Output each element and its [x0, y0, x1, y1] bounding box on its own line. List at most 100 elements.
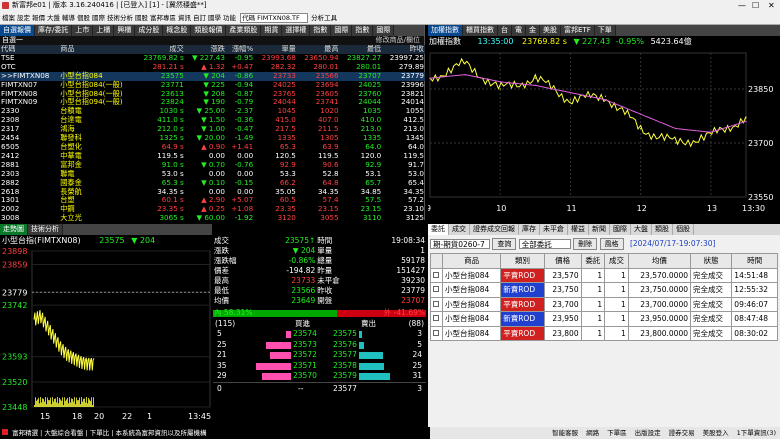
tab-qtabs-14[interactable]: 國際 [373, 25, 395, 36]
book-row[interactable]: 35 23571 23578 25 [213, 361, 426, 372]
status-item[interactable]: 網路 [586, 429, 599, 437]
tab-qtabs-10[interactable]: 選擇權 [282, 25, 311, 36]
book-row[interactable]: 29 23570 23579 31 [213, 371, 426, 382]
tab-qtabs-4[interactable]: 興櫃 [114, 25, 136, 36]
tab-qtabs-13[interactable]: 指數 [352, 25, 374, 36]
tab-otabs-9[interactable]: 類股 [652, 224, 673, 235]
menu-item[interactable]: 國際 [91, 14, 106, 22]
tab-qtabs-3[interactable]: 上櫃 [93, 25, 115, 36]
tab-otabs-0[interactable]: 委託 [428, 224, 449, 235]
book-row[interactable]: 5 23574 23575 3 [213, 329, 426, 340]
maximize-button[interactable]: ☐ [752, 0, 759, 11]
order-row[interactable]: 小型台指084 新賣ROD 23,750 1 1 23,750.0000 完全成交 12:55… [430, 282, 778, 298]
order-checkbox[interactable] [433, 300, 439, 307]
order-checkbox[interactable] [433, 329, 439, 336]
status-item[interactable]: 1下單資訊(3) [737, 429, 776, 437]
order-checkbox-cell[interactable] [430, 282, 443, 298]
tab-otabs-10[interactable]: 個股 [673, 224, 694, 235]
order-header-cell[interactable]: 委託 [580, 253, 606, 269]
tab-otabs-2[interactable]: 證券成交回報 [470, 224, 519, 235]
tab-otabs-7[interactable]: 國際 [610, 224, 631, 235]
order-checkbox[interactable] [433, 271, 439, 278]
symbol-code-combo[interactable]: 代碼 FIMTXN08.TF [240, 13, 309, 23]
edit-fields-button[interactable]: 修改商品/欄位 [376, 36, 420, 45]
order-checkbox[interactable] [433, 286, 439, 292]
tab-itabs-0[interactable]: 加權指數 [428, 25, 463, 36]
status-item[interactable]: 證券交易 [669, 429, 695, 437]
tab-itabs-3[interactable]: 電 [512, 25, 526, 36]
order-header-cell[interactable]: 時間 [731, 253, 778, 269]
tab-qtabs-11[interactable]: 指數 [310, 25, 332, 36]
tab-qtabs-6[interactable]: 概念股 [163, 25, 192, 36]
tab-otabs-1[interactable]: 成交 [449, 224, 470, 235]
menu-item[interactable]: 國股 [134, 14, 149, 22]
order-header-cell[interactable]: 商品 [441, 253, 502, 269]
close-button[interactable]: ✕ [768, 0, 775, 11]
order-filter-select[interactable]: 全部委託 [518, 239, 571, 249]
tab-ttabs-1[interactable]: 技術分析 [28, 224, 63, 235]
order-checkbox-cell[interactable] [430, 267, 443, 283]
status-item[interactable]: 出版設定 [635, 429, 661, 437]
order-row[interactable]: 小型台指084 平賣ROD 23,570 1 1 23,570.0000 完全成交 14:51… [430, 267, 778, 283]
style-button[interactable]: 風格 [599, 238, 624, 250]
tab-qtabs-1[interactable]: 庫存/委託 [35, 25, 73, 36]
quote-header-cell[interactable]: 商品 [59, 44, 136, 54]
menu-item[interactable]: 資訊 [177, 14, 192, 22]
menu-item[interactable]: 個股 [76, 14, 91, 22]
tab-itabs-1[interactable]: 櫃買指數 [463, 25, 498, 36]
tab-otabs-4[interactable]: 未平倉 [540, 224, 568, 235]
analysis-tools-menu[interactable]: 分析工具 [310, 14, 338, 22]
watchlist-group[interactable]: 自選一 [0, 36, 23, 44]
delete-button[interactable]: 刪除 [573, 238, 598, 250]
order-row[interactable]: 小型台指084 平賣ROD 23,700 1 1 23,700.0000 完全成交 09:46… [430, 296, 778, 312]
order-header-cell[interactable]: 狀態 [689, 253, 733, 269]
menu-item[interactable]: 大盤 [46, 14, 61, 22]
menu-item[interactable]: 技術分析 [106, 14, 134, 22]
order-checkbox-cell[interactable] [430, 311, 443, 327]
menu-item[interactable]: 富邦專區 [149, 14, 177, 22]
order-checkbox-cell[interactable] [430, 296, 443, 312]
tab-ttabs-0[interactable]: 走勢圖 [0, 224, 28, 235]
menu-item[interactable]: 功能 [222, 14, 237, 22]
order-header-cell[interactable]: 均價 [627, 253, 692, 269]
book-row[interactable]: 21 23572 23577 24 [213, 350, 426, 361]
tab-qtabs-8[interactable]: 產業類股 [226, 25, 262, 36]
tab-otabs-6[interactable]: 新聞 [589, 224, 610, 235]
tab-qtabs-0[interactable]: 自選報價 [0, 25, 35, 36]
menu-item[interactable]: 自訂 [192, 14, 207, 22]
tab-otabs-8[interactable]: 大盤 [631, 224, 652, 235]
order-row[interactable]: 小型台指084 平賣ROD 23,800 1 1 23,800.0000 完全成交 08:30… [430, 325, 778, 341]
book-row[interactable]: 25 23573 23576 5 [213, 340, 426, 351]
order-checkbox[interactable] [433, 315, 439, 321]
tab-qtabs-12[interactable]: 國際 [331, 25, 353, 36]
tab-itabs-2[interactable]: 台 [498, 25, 512, 36]
quote-row[interactable]: 3008 大立光 3065 s ▼ 60.00 -1.92 3120 3055 3110 312… [0, 213, 425, 223]
status-item[interactable]: 智能客服 [552, 429, 578, 437]
menu-item[interactable]: 輔導 [61, 14, 76, 22]
tab-qtabs-7[interactable]: 類股報價 [191, 25, 227, 36]
tab-qtabs-9[interactable]: 期貨 [261, 25, 283, 36]
order-header-cell[interactable] [430, 253, 443, 269]
tab-itabs-7[interactable]: 下單 [594, 25, 616, 36]
tab-otabs-3[interactable]: 庫存 [519, 224, 540, 235]
menu-item[interactable]: 國學 [207, 14, 222, 22]
tab-itabs-5[interactable]: 美股 [540, 25, 561, 36]
tab-itabs-4[interactable]: 金 [526, 25, 540, 36]
menu-item[interactable]: 設定 [16, 14, 31, 22]
query-button[interactable]: 查詢 [492, 238, 517, 250]
status-item[interactable]: 下單區 [607, 429, 627, 437]
menu-item[interactable]: 檔案 [1, 14, 16, 22]
order-header-cell[interactable]: 類別 [500, 253, 545, 269]
account-select[interactable]: 期-期貨0260-7 [430, 239, 490, 249]
tab-qtabs-2[interactable]: 上市 [72, 25, 94, 36]
tab-qtabs-5[interactable]: 成分股 [135, 25, 164, 36]
status-item[interactable]: 美股登入 [703, 429, 729, 437]
minimize-button[interactable]: — [738, 0, 746, 11]
order-header-cell[interactable]: 成交 [604, 253, 629, 269]
menu-item[interactable]: 報價 [31, 14, 46, 22]
order-row[interactable]: 小型台指084 新賣ROD 23,950 1 1 23,950.0000 完全成交 08:47… [430, 311, 778, 327]
tab-otabs-5[interactable]: 權益 [568, 224, 589, 235]
order-checkbox-cell[interactable] [430, 325, 443, 341]
order-header-cell[interactable]: 價格 [543, 253, 582, 269]
tab-itabs-6[interactable]: 富邦ETF [561, 25, 595, 36]
